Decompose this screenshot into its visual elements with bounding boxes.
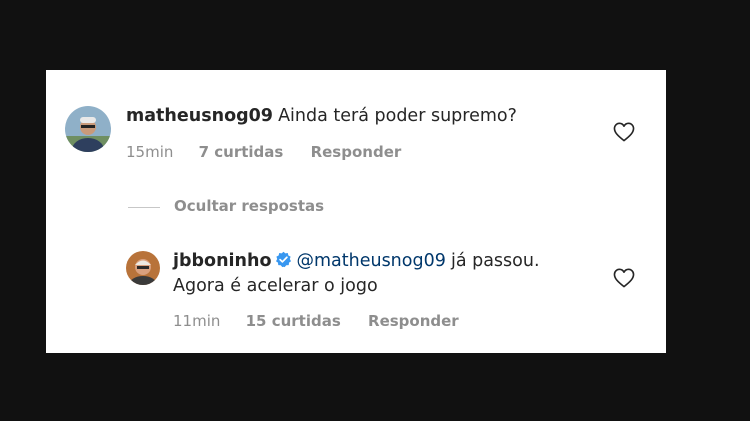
reply-meta: 11min 15 curtidas Responder [173, 312, 459, 330]
hide-replies-button[interactable]: Ocultar respostas [174, 197, 324, 215]
comment-time[interactable]: 15min [126, 143, 173, 161]
comment-text: Ainda terá poder supremo? [278, 106, 517, 126]
reply-text-line2: Agora é acelerar o jogo [173, 276, 378, 296]
reply-mention[interactable]: @matheusnog09 [296, 251, 445, 271]
avatar-matheusnog09[interactable] [65, 106, 111, 152]
hide-replies-divider [128, 207, 160, 208]
reply-time[interactable]: 11min [173, 312, 220, 330]
reply-username[interactable]: jbboninho [173, 251, 271, 271]
comment-likes[interactable]: 7 curtidas [199, 143, 284, 161]
reply-body-line2: Agora é acelerar o jogo [173, 276, 378, 296]
comment-card: matheusnog09 Ainda terá poder supremo? 1… [46, 70, 666, 353]
comment-meta: 15min 7 curtidas Responder [126, 143, 401, 161]
reply-text-line1: já passou. [450, 251, 540, 271]
heart-icon[interactable] [613, 268, 635, 288]
reply-reply-button[interactable]: Responder [368, 312, 459, 330]
verified-badge-icon [275, 251, 292, 268]
reply-likes[interactable]: 15 curtidas [246, 312, 341, 330]
heart-icon[interactable] [613, 122, 635, 142]
avatar-jbboninho[interactable] [126, 251, 160, 285]
comment-username[interactable]: matheusnog09 [126, 106, 273, 126]
comment-reply-button[interactable]: Responder [311, 143, 402, 161]
reply-body-line1: jbboninho @matheusnog09 já passou. [173, 251, 540, 271]
comment-body: matheusnog09 Ainda terá poder supremo? [126, 106, 517, 126]
